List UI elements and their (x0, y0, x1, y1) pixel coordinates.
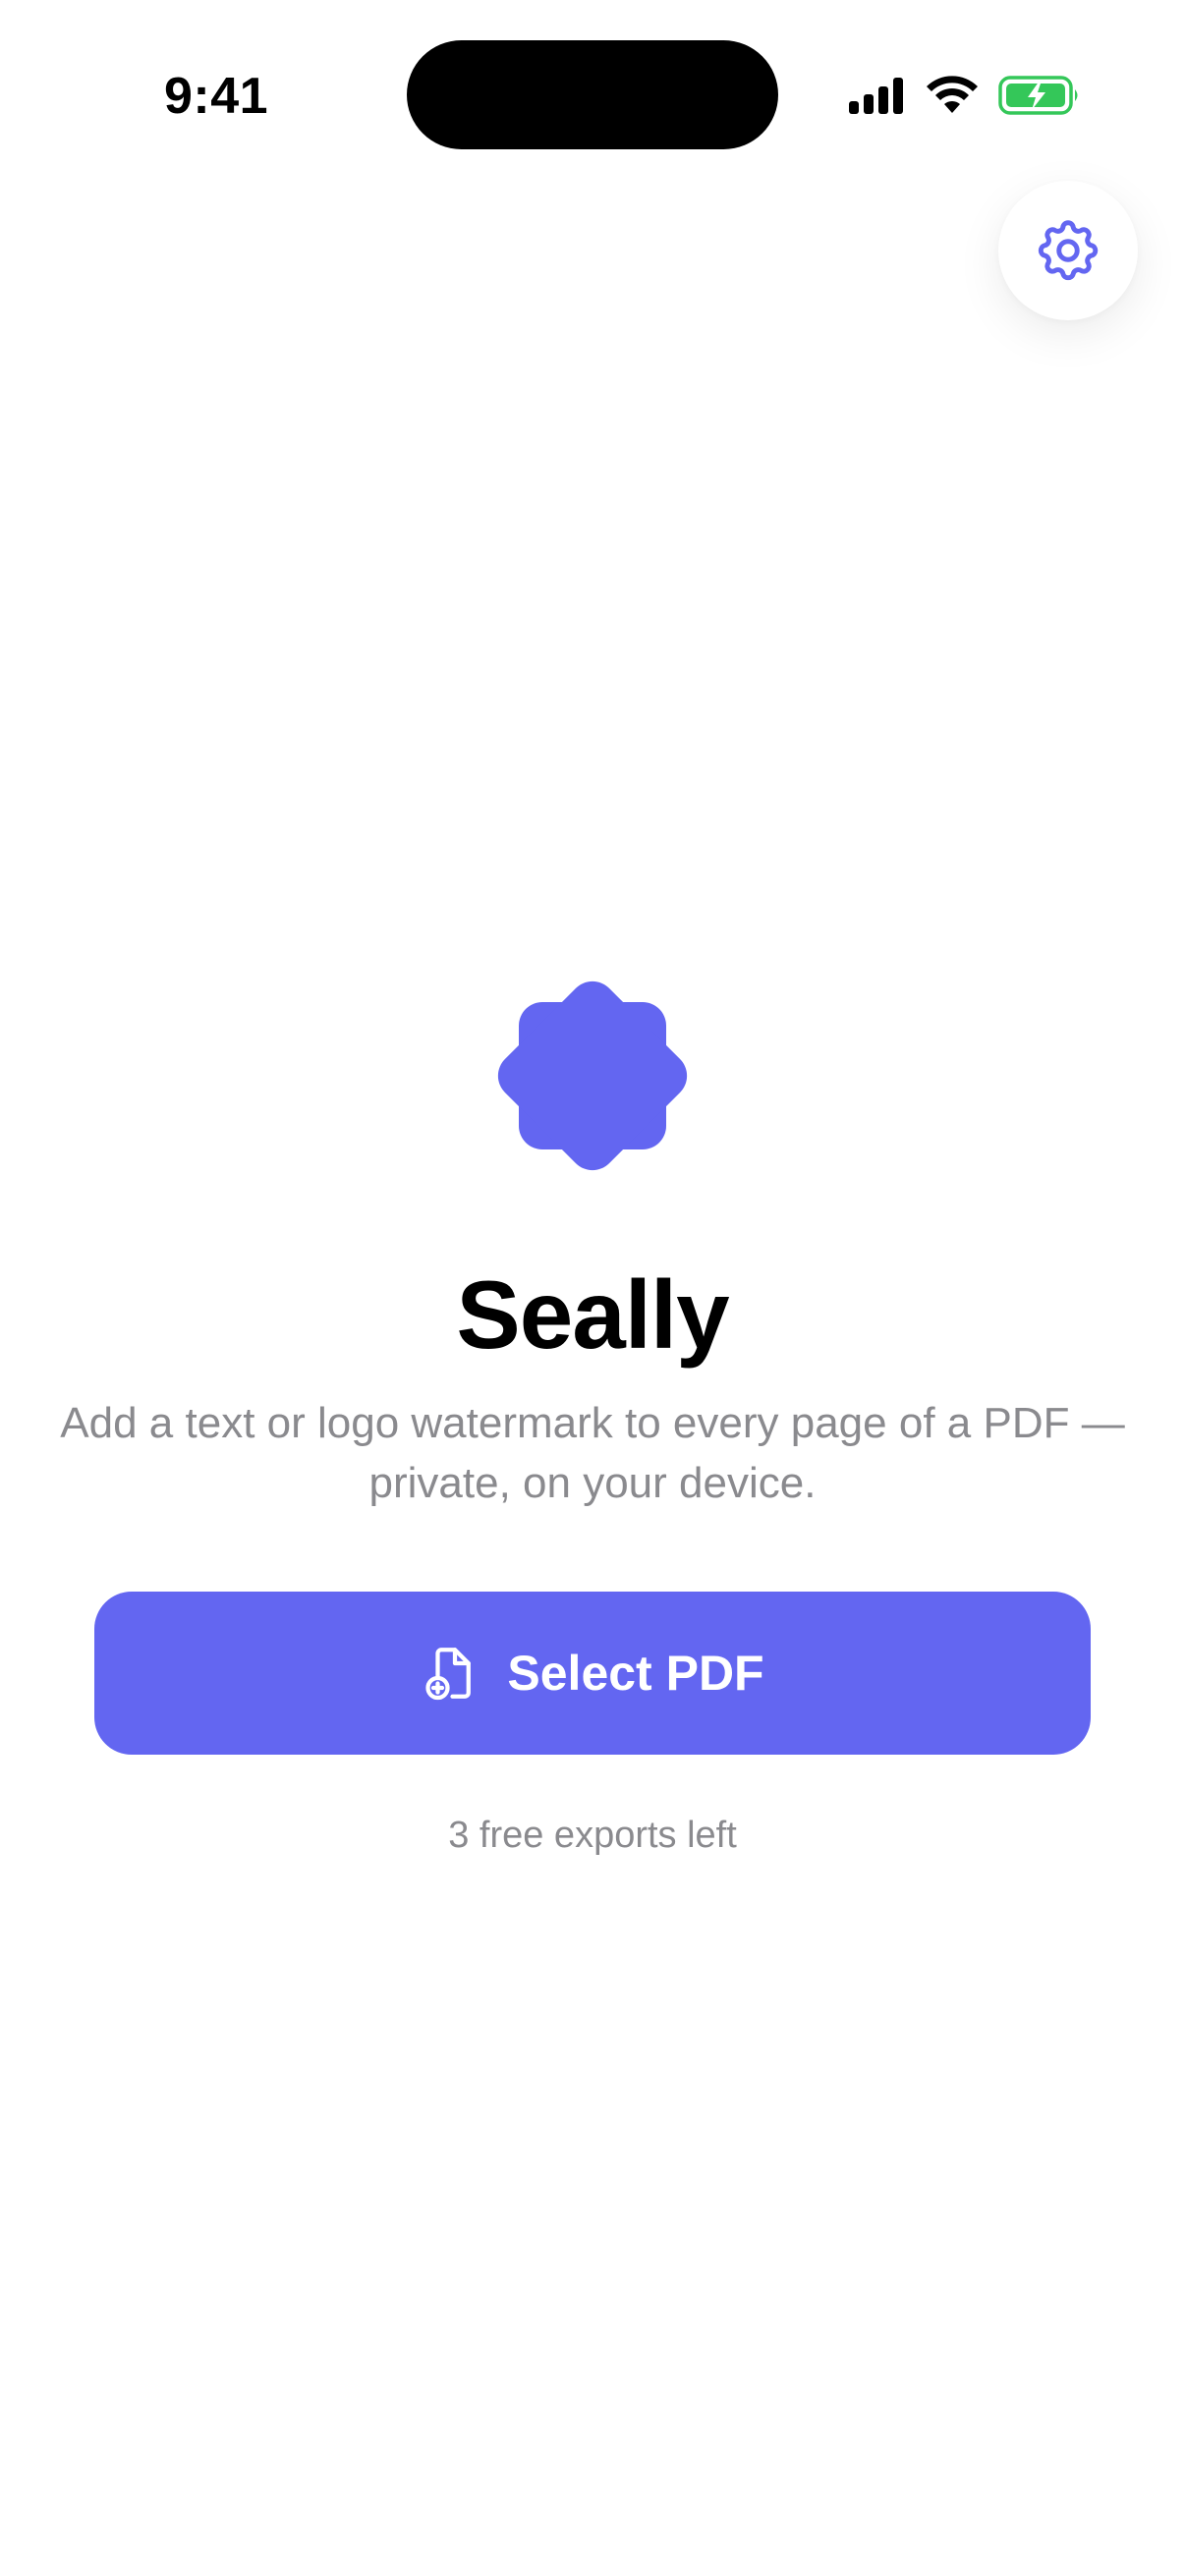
dynamic-island (407, 40, 778, 149)
cellular-signal-icon (849, 78, 903, 114)
status-icons (849, 73, 1085, 118)
settings-button[interactable] (998, 181, 1138, 320)
battery-charging-icon (998, 76, 1078, 115)
wifi-icon (927, 76, 978, 113)
document-add-icon (425, 1648, 472, 1701)
app-title: Seally (456, 1260, 729, 1369)
select-pdf-label: Select PDF (507, 1646, 764, 1701)
gear-icon (1038, 220, 1099, 281)
status-bar: 9:41 (0, 0, 1185, 187)
badge-icon (497, 980, 688, 1171)
app-subtitle: Add a text or logo watermark to every pa… (60, 1399, 1125, 1507)
status-time: 9:41 (163, 68, 269, 125)
select-pdf-button[interactable]: Select PDF (94, 1592, 1091, 1755)
free-exports-count: 3 free exports left (448, 1815, 737, 1856)
